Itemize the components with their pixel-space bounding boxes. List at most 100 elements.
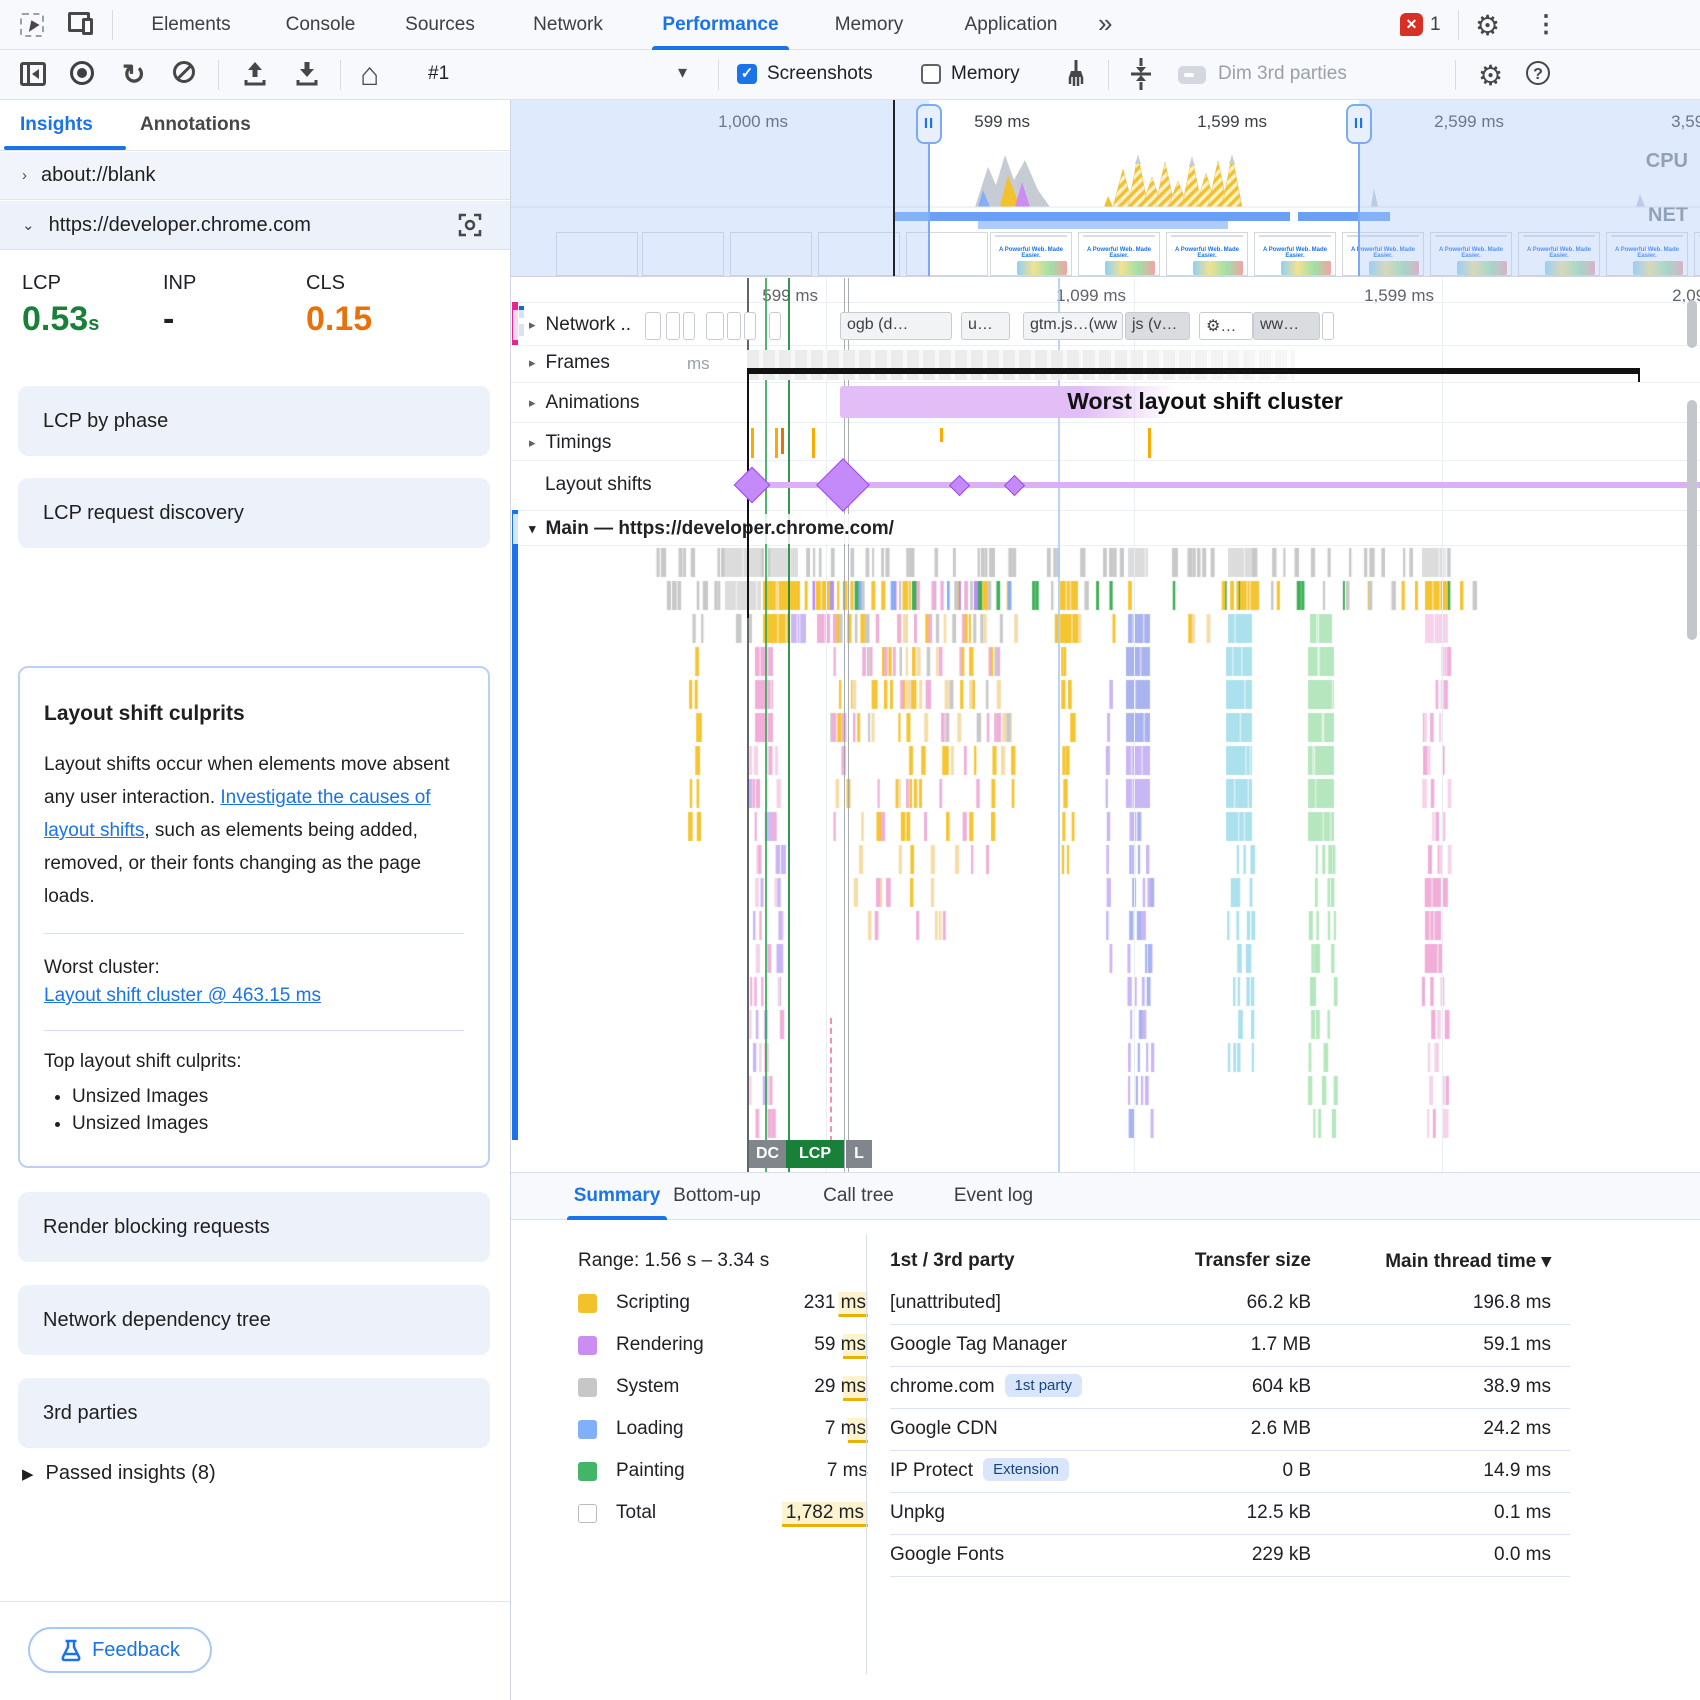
panel-tab-sources[interactable]: Sources [400, 0, 480, 49]
memory-label[interactable]: Memory [951, 63, 1020, 85]
gc-brush-icon[interactable] [1062, 58, 1090, 88]
filmstrip-page-thumbnail[interactable]: A Powerful Web. Made Easier. [990, 232, 1072, 276]
col-header-time[interactable]: Main thread time ▾ [1321, 1250, 1551, 1273]
panel-tab-memory[interactable]: Memory [825, 0, 913, 49]
network-request-chip[interactable] [744, 312, 756, 340]
window-right-edge[interactable] [1358, 144, 1360, 277]
event-marker-lcp[interactable]: LCP [786, 1140, 844, 1168]
legend-row-painting[interactable]: Painting7 ms [578, 1460, 868, 1490]
legend-row-rendering[interactable]: Rendering59 ms [578, 1334, 868, 1364]
kebab-menu-icon[interactable]: ⋮ [1534, 10, 1558, 39]
insight-card-render-blocking-requests[interactable]: Render blocking requests [18, 1192, 490, 1262]
panel-tab-performance[interactable]: Performance [652, 0, 789, 49]
legend-row-scripting[interactable]: Scripting231 ms [578, 1292, 868, 1322]
screenshot-icon[interactable] [458, 213, 482, 237]
table-row-name[interactable]: IP ProtectExtension [890, 1460, 1069, 1483]
table-row-name[interactable]: Google Tag Manager [890, 1334, 1067, 1356]
clear-icon[interactable] [173, 61, 195, 83]
network-request-chip[interactable] [727, 312, 741, 340]
help-icon[interactable]: ? [1526, 61, 1550, 85]
panel-tab-console[interactable]: Console [280, 0, 361, 49]
details-tab-call-tree[interactable]: Call tree [811, 1172, 906, 1220]
network-request-chip[interactable]: ww… [1253, 312, 1320, 340]
timing-tick[interactable] [781, 428, 784, 454]
col-header-party[interactable]: 1st / 3rd party [890, 1250, 1015, 1272]
track-label-animations[interactable]: ▸Animations [513, 388, 648, 418]
network-request-chip[interactable]: gtm.js…(ww [1023, 312, 1123, 340]
legend-row-total[interactable]: Total1,782 ms [578, 1502, 868, 1532]
record-icon[interactable] [70, 61, 94, 85]
network-request-chip[interactable] [769, 312, 781, 340]
event-marker-dc[interactable]: DC [749, 1140, 786, 1168]
frame-row-chrome[interactable]: ⌄ https://developer.chrome.com [0, 201, 510, 250]
insight-card-lcp-by-phase[interactable]: LCP by phase [18, 386, 490, 456]
filmstrip-page-thumbnail[interactable]: A Powerful Web. Made Easier. [1078, 232, 1160, 276]
window-right-handle[interactable]: II [1346, 104, 1372, 144]
upload-trace-icon[interactable] [243, 60, 267, 86]
legend-row-system[interactable]: System29 ms [578, 1376, 868, 1406]
panel-tab-application[interactable]: Application [955, 0, 1067, 49]
track-label-frames[interactable]: ▸Frames [513, 348, 618, 378]
trace-select-label[interactable]: #1 [428, 63, 449, 85]
window-left-handle[interactable]: II [916, 104, 942, 144]
details-tab-event-log[interactable]: Event log [941, 1172, 1046, 1220]
perf-settings-gear-icon[interactable]: ⚙ [1478, 59, 1503, 92]
screenshots-checkbox[interactable]: ✓ [737, 64, 757, 84]
insight-card-lcp-request-discovery[interactable]: LCP request discovery [18, 478, 490, 548]
panel-tab-network[interactable]: Network [523, 0, 613, 49]
network-request-chip[interactable] [706, 312, 724, 340]
track-label-main[interactable]: ▾Main — https://developer.chrome.com/ [513, 514, 902, 544]
error-badge-count[interactable]: 1 [1430, 14, 1441, 36]
passed-insights-toggle[interactable]: ▶Passed insights (8) [22, 1462, 216, 1485]
feedback-button[interactable]: Feedback [28, 1627, 212, 1673]
settings-gear-icon[interactable]: ⚙ [1475, 9, 1500, 42]
collapse-tracks-icon[interactable] [1128, 57, 1154, 91]
timing-tick[interactable] [812, 428, 815, 458]
track-label-layout-shifts[interactable]: Layout shifts [513, 470, 660, 500]
timing-tick[interactable] [751, 428, 754, 458]
table-row-name[interactable]: chrome.com1st party [890, 1376, 1082, 1399]
timing-tick[interactable] [775, 428, 778, 458]
network-request-chip[interactable]: js (v… [1125, 312, 1190, 340]
table-row-name[interactable]: Google CDN [890, 1418, 998, 1440]
frame-row-blank[interactable]: › about://blank [0, 152, 510, 200]
network-request-chip[interactable] [645, 312, 661, 340]
device-toolbar-icon[interactable] [68, 12, 94, 36]
flame-scrollbar-thumb[interactable] [1687, 300, 1697, 348]
network-request-chip[interactable] [1322, 312, 1334, 340]
reload-record-icon[interactable]: ↻ [122, 58, 145, 91]
dim-3rd-parties-label[interactable]: Dim 3rd parties [1218, 63, 1347, 85]
worst-cluster-link[interactable]: Layout shift cluster @ 463.15 ms [44, 985, 321, 1006]
insight-card-network-dependency-tree[interactable]: Network dependency tree [18, 1285, 490, 1355]
network-request-chip[interactable]: ⚙… [1199, 312, 1253, 340]
table-row-name[interactable]: [unattributed] [890, 1292, 1001, 1314]
inspect-icon[interactable] [20, 13, 44, 37]
memory-checkbox[interactable] [921, 64, 941, 84]
details-tab-summary[interactable]: Summary [567, 1172, 667, 1220]
error-badge-icon[interactable]: ✕ [1400, 13, 1423, 36]
network-request-chip[interactable]: ogb (d… [840, 312, 952, 340]
download-trace-icon[interactable] [295, 60, 319, 86]
table-row-name[interactable]: Unpkg [890, 1502, 945, 1524]
network-request-chip[interactable] [683, 312, 695, 340]
network-request-chip[interactable] [666, 312, 680, 340]
tab-insights[interactable]: Insights [20, 100, 93, 149]
panel-tab-elements[interactable]: Elements [146, 0, 236, 49]
screenshots-label[interactable]: Screenshots [767, 63, 873, 85]
timing-tick[interactable] [1148, 428, 1151, 458]
network-request-chip[interactable]: u… [961, 312, 1010, 340]
filmstrip-page-thumbnail[interactable]: A Powerful Web. Made Easier. [1254, 232, 1336, 276]
event-marker-l[interactable]: L [846, 1140, 872, 1168]
timing-tick[interactable] [940, 428, 943, 442]
table-row-name[interactable]: Google Fonts [890, 1544, 1004, 1566]
track-label-timings[interactable]: ▸Timings [513, 428, 619, 458]
toggle-sidebar-icon[interactable] [20, 62, 46, 86]
filmstrip-page-thumbnail[interactable]: A Powerful Web. Made Easier. [1166, 232, 1248, 276]
timeline-overview[interactable]: 1,000 ms599 ms1,599 ms2,599 ms3,599 msCP… [511, 100, 1700, 277]
flame-scrollbar-thumb[interactable] [1687, 400, 1697, 640]
dim-3rd-parties-toggle[interactable] [1178, 66, 1206, 84]
window-left-edge[interactable] [928, 144, 930, 277]
home-icon[interactable]: ⌂ [360, 56, 379, 93]
more-tabs-icon[interactable]: » [1098, 8, 1112, 39]
insight-card-3rd-parties[interactable]: 3rd parties [18, 1378, 490, 1448]
